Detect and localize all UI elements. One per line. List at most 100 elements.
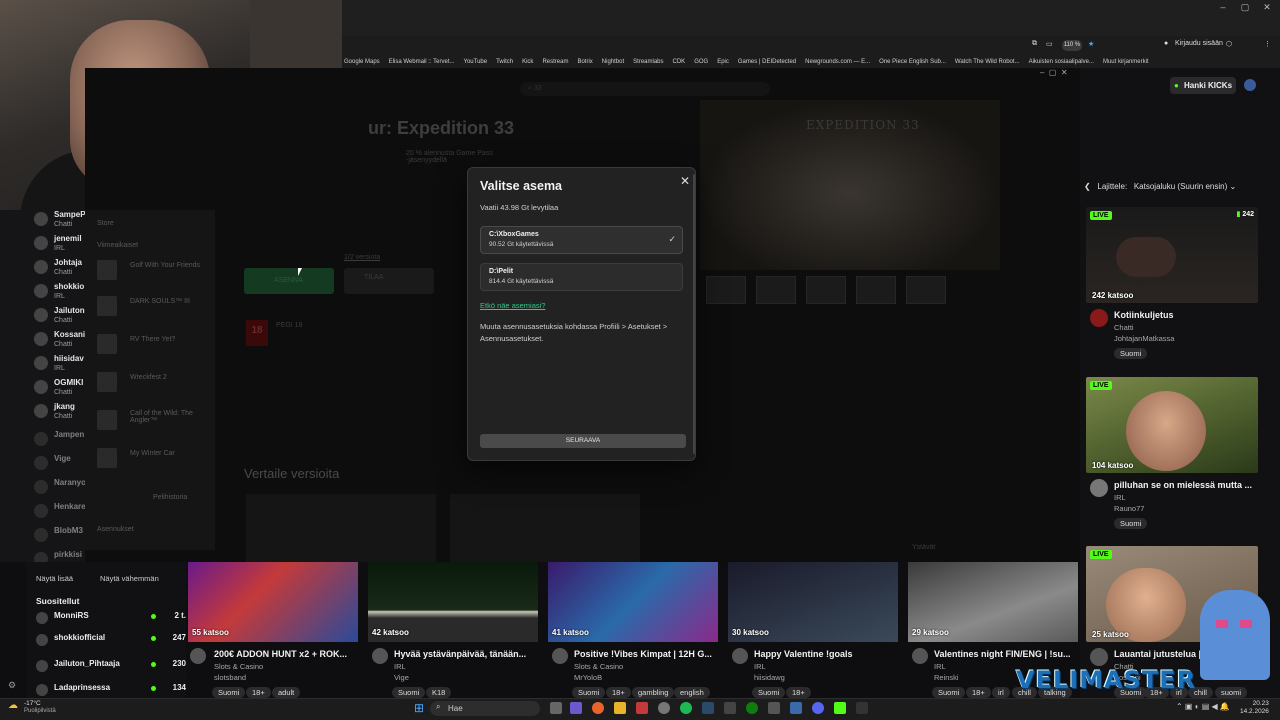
stream-category[interactable]: Slots & Casino — [574, 662, 623, 671]
xbox-icon[interactable] — [746, 702, 758, 714]
stream-title[interactable]: Happy Valentine !goals — [754, 649, 853, 659]
app-icon[interactable] — [724, 702, 736, 714]
bookmark-item[interactable]: Restream — [542, 59, 568, 65]
library-item[interactable]: Wreckfest 2 — [130, 374, 167, 381]
stream-tag[interactable]: Suomi — [1114, 348, 1148, 359]
steam-icon[interactable] — [702, 702, 714, 714]
library-item[interactable]: Pelihistoria — [153, 494, 187, 501]
bookmark-item[interactable]: Elisa Webmail :: Tervet... — [389, 59, 455, 65]
stream-title[interactable]: Kotiinkuljetus — [1114, 310, 1174, 320]
stream-tag[interactable]: adult — [272, 687, 301, 698]
file-explorer-icon[interactable] — [614, 702, 626, 714]
system-tray[interactable]: ⌃ ▣ ◐ ▤ ◀ 🔔 — [1176, 702, 1230, 711]
stream-tag[interactable]: english — [674, 687, 710, 698]
bookmark-item[interactable]: CDK — [673, 59, 686, 65]
stream-tag[interactable]: 18+ — [966, 687, 991, 698]
bookmark-item[interactable]: One Piece English Sub... — [879, 59, 946, 65]
screenshot-icon[interactable]: ⧉ — [1032, 40, 1037, 48]
stream-tag[interactable]: Suomi — [212, 687, 246, 698]
dialog-scrollbar[interactable] — [693, 174, 695, 454]
stream-category[interactable]: IRL — [1114, 493, 1126, 502]
avatar[interactable] — [912, 648, 928, 664]
weather-desc[interactable]: Puolipilvistä — [24, 708, 56, 714]
stream-tag[interactable]: Suomi — [392, 687, 426, 698]
show-more-link[interactable]: Näytä lisää — [36, 574, 73, 583]
library-item[interactable]: DARK SOULS™ III — [130, 298, 190, 305]
recommended-channel[interactable]: Ladaprinsessa 134 — [36, 682, 186, 698]
app-icon[interactable] — [570, 702, 582, 714]
collapse-chevron-icon[interactable]: ❮ — [1084, 182, 1091, 191]
close-window-icon[interactable]: ✕ — [1260, 2, 1274, 12]
kick-icon[interactable] — [834, 702, 846, 714]
stream-user[interactable]: Rauno77 — [1114, 504, 1144, 513]
bookmark-item[interactable]: Nightbot — [602, 59, 624, 65]
bookmark-item[interactable]: Botrix — [577, 59, 592, 65]
stream-category[interactable]: Slots & Casino — [214, 662, 263, 671]
app-icon[interactable] — [768, 702, 780, 714]
library-item[interactable]: RV There Yet? — [130, 336, 175, 343]
library-item[interactable]: Asennukset — [97, 526, 134, 533]
store-link[interactable]: Store — [97, 220, 114, 227]
avatar[interactable] — [372, 648, 388, 664]
stream-thumbnail[interactable]: 41 katsoo — [548, 562, 718, 642]
address-bar[interactable] — [342, 36, 1280, 56]
version-card[interactable] — [246, 494, 436, 562]
bookmark-item[interactable]: Twitch — [496, 59, 513, 65]
bookmark-item[interactable]: Muut kirjanmerkit — [1103, 59, 1149, 65]
bookmark-item[interactable]: Watch The Wild Robot... — [955, 59, 1020, 65]
bookmark-item[interactable]: YouTube — [464, 59, 488, 65]
weather-temp[interactable]: -17°C — [24, 700, 41, 707]
version-card[interactable] — [450, 494, 640, 562]
windows-start-icon[interactable]: ⊞ — [414, 701, 424, 715]
profile-signin-label[interactable]: Kirjaudu sisään — [1175, 40, 1223, 47]
stream-tag[interactable]: 18+ — [786, 687, 811, 698]
stream-title[interactable]: pilluhan se on mielessä mutta ... — [1114, 480, 1252, 490]
app-icon[interactable] — [636, 702, 648, 714]
library-item[interactable]: Golf With Your Friends — [130, 262, 200, 269]
subscribe-button[interactable]: TILAA — [344, 268, 434, 294]
weather-icon[interactable]: ☁ — [8, 700, 18, 711]
drive-option-c[interactable]: C:\XboxGames 90.52 Gt käytettävissä ✓ — [480, 226, 683, 254]
taskbar-search[interactable]: Hae — [430, 701, 540, 716]
stream-user[interactable]: Reinski — [934, 673, 959, 682]
get-kicks-button[interactable]: ● Hanki KICKs — [1170, 77, 1236, 94]
stream-title[interactable]: Positive !Vibes Kimpat | 12H G... — [574, 649, 712, 659]
bookmark-item[interactable]: Newgrounds.com — E... — [805, 59, 870, 65]
library-item[interactable]: Call of the Wild: The Angler™ — [130, 410, 210, 424]
stream-thumbnail[interactable]: LIVE ▮ 242 242 katsoo — [1086, 207, 1258, 303]
recommended-channel[interactable]: MonniRS 2 t. — [36, 610, 186, 626]
stream-tag[interactable]: K18 — [426, 687, 452, 698]
avatar[interactable] — [732, 648, 748, 664]
stream-tag[interactable]: suomi — [1215, 687, 1248, 698]
install-button[interactable]: ASENNA — [244, 268, 334, 294]
avatar[interactable] — [190, 648, 206, 664]
stream-category[interactable]: IRL — [754, 662, 766, 671]
stream-tag[interactable]: irl — [992, 687, 1010, 698]
chevron-down-icon[interactable]: ⌄ — [1229, 182, 1236, 191]
stream-thumbnail[interactable]: 29 katsoo — [908, 562, 1078, 642]
avatar[interactable] — [1090, 648, 1108, 666]
stream-title[interactable]: Hyvää ystävänpäivää, tänään... — [394, 649, 526, 659]
menu-icon[interactable]: ⋮ — [1264, 40, 1271, 48]
obs-icon[interactable] — [856, 702, 868, 714]
star-icon[interactable]: ★ — [1088, 40, 1094, 48]
reader-icon[interactable]: ▭ — [1046, 40, 1053, 48]
sort-dropdown[interactable]: Katsojaluku (Suurin ensin) — [1134, 182, 1227, 191]
avatar[interactable] — [1090, 309, 1108, 327]
chrome-icon[interactable] — [658, 702, 670, 714]
stream-user[interactable]: JohtajanMatkassa — [1114, 334, 1174, 343]
next-button[interactable]: SEURAAVA — [480, 434, 686, 448]
taskbar-clock[interactable]: 20.23 14.2.2026 — [1240, 700, 1269, 716]
stream-title[interactable]: Lauantai jutustelua | ... — [1114, 649, 1211, 659]
stream-title[interactable]: 200€ ADDON HUNT x2 + ROK... — [214, 649, 347, 659]
stream-thumbnail[interactable]: 30 katsoo — [728, 562, 898, 642]
task-view-icon[interactable] — [550, 702, 562, 714]
show-less-link[interactable]: Näytä vähemmän — [100, 574, 159, 583]
stream-tag[interactable]: Suomi — [572, 687, 606, 698]
missing-drives-link[interactable]: Etkö näe asemiasi? — [480, 301, 545, 310]
user-avatar[interactable] — [1244, 79, 1256, 91]
versions-link[interactable]: 1/2 versiota — [344, 254, 380, 261]
bookmark-item[interactable]: Aikuisten sosiaalipalve... — [1029, 59, 1094, 65]
recommended-channel[interactable]: Jailuton_Pihtaaja 230 — [36, 658, 186, 674]
library-item[interactable]: My Winter Car — [130, 450, 175, 457]
